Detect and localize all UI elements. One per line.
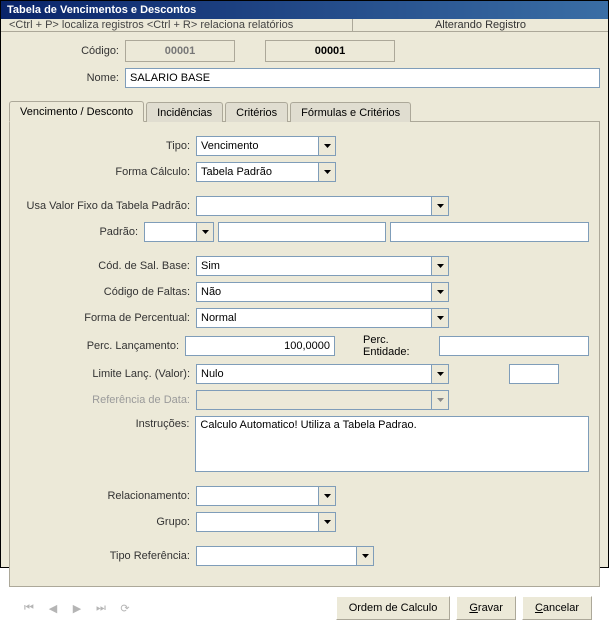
shortcut-hints: <Ctrl + P> localiza registros <Ctrl + R>… <box>1 19 353 31</box>
codigo-label: Código: <box>9 45 125 57</box>
codigo-faltas-combo[interactable] <box>196 282 449 302</box>
padrao-combo[interactable] <box>144 222 214 242</box>
forma-percentual-combo[interactable] <box>196 308 449 328</box>
forma-calculo-label: Forma Cálculo: <box>20 166 196 178</box>
nome-row: Nome: <box>9 68 600 88</box>
grupo-input[interactable] <box>197 513 318 531</box>
forma-calculo-input[interactable] <box>197 163 318 181</box>
nome-input[interactable] <box>125 68 600 88</box>
grupo-combo[interactable] <box>196 512 336 532</box>
forma-percentual-label: Forma de Percentual: <box>20 312 196 324</box>
relacionamento-combo[interactable] <box>196 486 336 506</box>
chevron-down-icon[interactable] <box>318 513 335 531</box>
nav-next-icon: ▶ <box>71 602 83 615</box>
footer: ⏮ ◀ ▶ ⏭ ⟳ Ordem de Calculo Gravar Cancel… <box>9 587 600 628</box>
limite-extra-input[interactable] <box>509 364 559 384</box>
limite-lanc-combo[interactable] <box>196 364 449 384</box>
hint-bar: <Ctrl + P> localiza registros <Ctrl + R>… <box>1 19 608 32</box>
relacionamento-input[interactable] <box>197 487 318 505</box>
chevron-down-icon[interactable] <box>196 223 213 241</box>
tipo-ref-input[interactable] <box>197 547 356 565</box>
tipo-label: Tipo: <box>20 140 196 152</box>
chevron-down-icon[interactable] <box>431 197 448 215</box>
tipo-input[interactable] <box>197 137 318 155</box>
limite-lanc-label: Limite Lanç. (Valor): <box>20 368 196 380</box>
chevron-down-icon[interactable] <box>431 365 448 383</box>
chevron-down-icon[interactable] <box>318 137 335 155</box>
codigo-faltas-input[interactable] <box>197 283 431 301</box>
usa-valor-fixo-label: Usa Valor Fixo da Tabela Padrão: <box>20 200 196 212</box>
nav-first-icon: ⏮ <box>23 602 35 615</box>
nav-last-icon: ⏭ <box>95 602 107 615</box>
limite-lanc-input[interactable] <box>197 365 431 383</box>
tipo-ref-label: Tipo Referência: <box>20 550 196 562</box>
tab-criterios[interactable]: Critérios <box>225 102 288 122</box>
forma-percentual-input[interactable] <box>197 309 431 327</box>
instrucoes-label: Instruções: <box>20 416 195 472</box>
ref-data-combo <box>196 390 449 410</box>
relacionamento-label: Relacionamento: <box>20 490 196 502</box>
cod-sal-base-label: Cód. de Sal. Base: <box>20 260 196 272</box>
forma-calculo-combo[interactable] <box>196 162 336 182</box>
chevron-down-icon[interactable] <box>431 257 448 275</box>
window: Tabela de Vencimentos e Descontos <Ctrl … <box>0 0 609 568</box>
tab-incidencias[interactable]: Incidências <box>146 102 223 122</box>
nome-label: Nome: <box>9 72 125 84</box>
tab-formulas-criterios[interactable]: Fórmulas e Critérios <box>290 102 411 122</box>
window-title: Tabela de Vencimentos e Descontos <box>7 4 196 16</box>
tipo-ref-combo[interactable] <box>196 546 374 566</box>
tab-vencimento-desconto[interactable]: Vencimento / Desconto <box>9 101 144 122</box>
tab-strip: Vencimento / Desconto Incidências Critér… <box>9 100 600 121</box>
chevron-down-icon[interactable] <box>318 163 335 181</box>
ordem-calculo-button[interactable]: Ordem de Calculo <box>336 596 451 620</box>
instrucoes-textarea[interactable] <box>195 416 589 472</box>
padrao-label: Padrão: <box>20 226 144 238</box>
record-nav: ⏮ ◀ ▶ ⏭ ⟳ <box>17 602 131 615</box>
perc-lancamento-input[interactable] <box>185 336 335 356</box>
chevron-down-icon[interactable] <box>318 487 335 505</box>
usa-valor-fixo-combo[interactable] <box>196 196 449 216</box>
codigo-readonly: 00001 <box>125 40 235 62</box>
perc-entidade-label: Perc. Entidade: <box>363 334 433 358</box>
status-message: Alterando Registro <box>353 19 608 31</box>
nav-refresh-icon: ⟳ <box>119 602 131 615</box>
perc-lancamento-label: Perc. Lançamento: <box>20 340 185 352</box>
nav-prev-icon: ◀ <box>47 602 59 615</box>
ref-data-input <box>197 391 431 409</box>
padrao-input[interactable] <box>145 223 196 241</box>
gravar-button[interactable]: Gravar <box>456 596 516 620</box>
perc-entidade-input[interactable] <box>439 336 589 356</box>
padrao-desc1-input[interactable] <box>218 222 386 242</box>
chevron-down-icon[interactable] <box>431 309 448 327</box>
title-bar: Tabela de Vencimentos e Descontos <box>1 1 608 19</box>
cancelar-button[interactable]: Cancelar <box>522 596 592 620</box>
body: Código: 00001 00001 Nome: Vencimento / D… <box>1 32 608 628</box>
codigo-bold: 00001 <box>265 40 395 62</box>
codigo-row: Código: 00001 00001 <box>9 40 600 62</box>
cod-sal-base-combo[interactable] <box>196 256 449 276</box>
codigo-faltas-label: Código de Faltas: <box>20 286 196 298</box>
padrao-desc2-input[interactable] <box>390 222 589 242</box>
usa-valor-fixo-input[interactable] <box>197 197 431 215</box>
ref-data-label: Referência de Data: <box>20 394 196 406</box>
tab-panel: Tipo: Forma Cálculo: Usa Valor Fixo da T… <box>9 121 600 587</box>
chevron-down-icon <box>431 391 448 409</box>
chevron-down-icon[interactable] <box>431 283 448 301</box>
chevron-down-icon[interactable] <box>356 547 373 565</box>
grupo-label: Grupo: <box>20 516 196 528</box>
tipo-combo[interactable] <box>196 136 336 156</box>
cod-sal-base-input[interactable] <box>197 257 431 275</box>
